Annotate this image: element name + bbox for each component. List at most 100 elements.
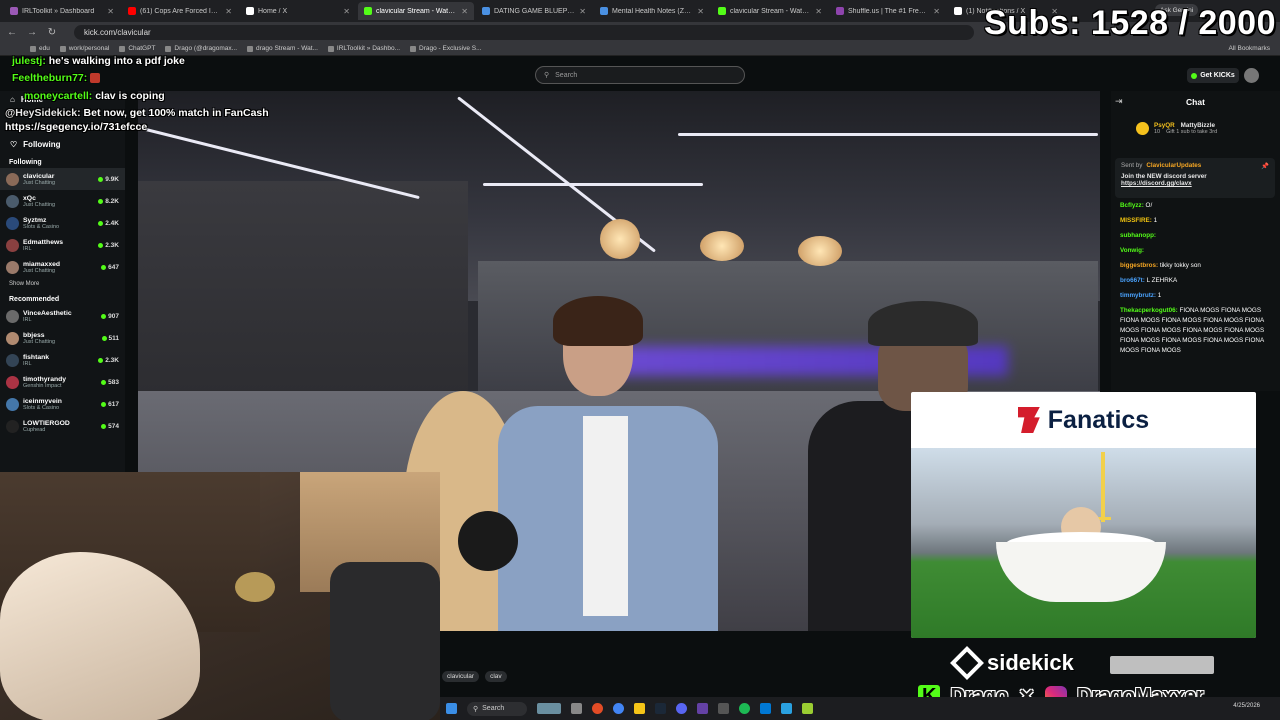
channel-row[interactable]: xQc Just Chatting 8.2K bbox=[0, 190, 125, 212]
browser-tab[interactable]: clavicular Stream - Watch Live ✕ bbox=[712, 2, 828, 20]
all-bookmarks-button[interactable]: All Bookmarks bbox=[1228, 45, 1270, 52]
chat-username[interactable]: biggestbros: bbox=[1120, 262, 1158, 269]
channel-row[interactable]: VinceAesthetic IRL 907 bbox=[0, 305, 125, 327]
bookmark-item[interactable]: IRLToolkit » Dashbo... bbox=[327, 45, 400, 52]
browser-tab[interactable]: Mental Health Notes (Zherka ✕ bbox=[594, 2, 710, 20]
channel-row[interactable]: iceinmyvein Slots & Casino 617 bbox=[0, 393, 125, 415]
live-dot-icon bbox=[98, 357, 104, 363]
channel-name: fishtank bbox=[23, 353, 50, 361]
channel-row[interactable]: clavicular Just Chatting 9.9K bbox=[0, 168, 125, 190]
channel-row[interactable]: bbjess Just Chatting 511 bbox=[0, 327, 125, 349]
spotify-icon[interactable] bbox=[739, 703, 750, 714]
windows-start-icon[interactable] bbox=[446, 703, 457, 714]
browser-tab[interactable]: clavicular Stream - Watch L ✕ bbox=[358, 2, 474, 20]
sidekick-placeholder-bar bbox=[1110, 656, 1214, 674]
channel-info: miamaxxed Just Chatting bbox=[23, 261, 97, 274]
pinned-text: Join the NEW discord server bbox=[1121, 173, 1207, 180]
chat-message: timmybrutz: 1 bbox=[1111, 291, 1280, 301]
bookmarks-bar: edu work/personal ChatGPT Drago (@dragomax.… bbox=[0, 42, 1280, 56]
user-avatar[interactable] bbox=[1244, 68, 1259, 83]
bookmark-icon bbox=[247, 45, 254, 52]
stream-tag[interactable]: clav bbox=[485, 671, 507, 682]
tab-close-icon[interactable]: ✕ bbox=[579, 7, 586, 16]
gifter-count: 10 bbox=[1154, 128, 1161, 135]
file-explorer-icon[interactable] bbox=[634, 703, 645, 714]
tab-title: DATING GAME BLUEPRINT (Be bbox=[494, 7, 575, 15]
browser-tab[interactable]: Shuffle.us | The #1 Free to Play ✕ bbox=[830, 2, 946, 20]
channel-name: bbjess bbox=[23, 331, 45, 339]
pinned-message[interactable]: Sent by ClavicularUpdates 📌 Join the NEW… bbox=[1115, 158, 1275, 198]
bookmark-item[interactable]: Drago (@dragomax... bbox=[165, 45, 237, 52]
person-cap bbox=[868, 301, 978, 346]
browser-tab[interactable]: IRLToolkit » Dashboard ✕ bbox=[4, 2, 120, 20]
discord-icon[interactable] bbox=[676, 703, 687, 714]
task-view-icon[interactable] bbox=[571, 703, 582, 714]
browser-tab[interactable]: (61) Cops Are Forced Into a Sp ✕ bbox=[122, 2, 238, 20]
chat-username[interactable]: subhanopp: bbox=[1120, 232, 1156, 239]
channel-info: Edmatthews IRL bbox=[23, 239, 94, 252]
telegram-icon[interactable] bbox=[781, 703, 792, 714]
bookmark-item[interactable]: work/personal bbox=[59, 45, 109, 52]
show-more-button[interactable]: Show More bbox=[0, 278, 125, 290]
tab-close-icon[interactable]: ✕ bbox=[815, 7, 822, 16]
chrome-icon[interactable] bbox=[613, 703, 624, 714]
bookmark-item[interactable]: Drago - Exclusive S... bbox=[410, 45, 482, 52]
bookmark-item[interactable]: ChatGPT bbox=[119, 45, 155, 52]
browser-tab[interactable]: DATING GAME BLUEPRINT (Be ✕ bbox=[476, 2, 592, 20]
pinned-link[interactable]: https://discord.gg/clavx bbox=[1121, 180, 1269, 187]
steam-icon[interactable] bbox=[655, 703, 666, 714]
app-icon[interactable] bbox=[592, 703, 603, 714]
channel-avatar bbox=[6, 216, 19, 230]
live-dot-icon bbox=[101, 379, 107, 385]
app-icon[interactable] bbox=[802, 703, 813, 714]
sidebar-following-nav[interactable]: ♡ Following bbox=[0, 136, 125, 153]
forward-icon[interactable]: → bbox=[26, 27, 38, 38]
chat-username[interactable]: bro667t: bbox=[1120, 277, 1145, 284]
tab-close-icon[interactable]: ✕ bbox=[461, 7, 468, 16]
bookmark-item[interactable]: drago Stream - Wat... bbox=[247, 45, 318, 52]
chat-username[interactable]: Vonwig: bbox=[1120, 247, 1144, 254]
recommended-list: VinceAesthetic IRL 907 bbjess Just Chatting 5… bbox=[0, 305, 125, 437]
back-icon[interactable]: ← bbox=[6, 27, 18, 38]
stream-tag[interactable]: clavicular bbox=[442, 671, 480, 682]
bookmark-icon bbox=[119, 45, 126, 52]
ceiling-light bbox=[483, 183, 703, 186]
tab-close-icon[interactable]: ✕ bbox=[697, 7, 704, 16]
tab-close-icon[interactable]: ✕ bbox=[343, 7, 350, 16]
channel-row[interactable]: Edmatthews IRL 2.3K bbox=[0, 234, 125, 256]
app-icon[interactable] bbox=[697, 703, 708, 714]
app-icon[interactable] bbox=[760, 703, 771, 714]
app-icon[interactable] bbox=[718, 703, 729, 714]
chat-text: tikky tokky son bbox=[1159, 262, 1201, 269]
chat-username[interactable]: timmybrutz: bbox=[1120, 292, 1156, 299]
channel-name: miamaxxed bbox=[23, 260, 61, 268]
browser-tab[interactable]: Home / X ✕ bbox=[240, 2, 356, 20]
channel-avatar bbox=[6, 260, 19, 274]
channel-row[interactable]: Syztmz Slots & Casino 2.4K bbox=[0, 212, 125, 234]
tab-favicon-icon bbox=[600, 7, 608, 15]
tab-close-icon[interactable]: ✕ bbox=[933, 7, 940, 16]
channel-row[interactable]: timothyrandy Genshin Impact 583 bbox=[0, 371, 125, 393]
tab-close-icon[interactable]: ✕ bbox=[225, 7, 232, 16]
chat-username[interactable]: Bcflyzz: bbox=[1120, 202, 1144, 209]
tab-close-icon[interactable]: ✕ bbox=[107, 7, 114, 16]
channel-row[interactable]: fishtank IRL 2.3K bbox=[0, 349, 125, 371]
following-section-title: Following bbox=[9, 159, 42, 166]
taskbar-search[interactable]: ⚲ Search bbox=[467, 701, 527, 716]
top-gifter-bar[interactable]: PsyQR MattyBizzle 10 Gift 1 sub to take … bbox=[1111, 115, 1280, 141]
url-input[interactable]: kick.com/clavicular bbox=[74, 24, 974, 40]
get-kicks-button[interactable]: Get KICKs bbox=[1187, 68, 1239, 83]
overlay-user: @HeySidekick: bbox=[5, 107, 81, 119]
channel-avatar bbox=[6, 331, 19, 345]
widget-icon[interactable] bbox=[537, 703, 561, 714]
channel-row[interactable]: miamaxxed Just Chatting 647 bbox=[0, 256, 125, 278]
chat-username[interactable]: Thekacperkogut06: bbox=[1120, 307, 1178, 314]
channel-row[interactable]: LOWTIERGOD Cuphead 574 bbox=[0, 415, 125, 437]
chat-username[interactable]: MISSFIRE: bbox=[1120, 217, 1152, 224]
bookmark-item[interactable]: edu bbox=[30, 45, 50, 52]
reload-icon[interactable]: ↻ bbox=[46, 27, 58, 38]
channel-info: iceinmyvein Slots & Casino bbox=[23, 398, 97, 411]
bookmark-label: Drago (@dragomax... bbox=[174, 45, 238, 52]
search-input[interactable]: ⚲ Search bbox=[535, 66, 745, 84]
live-dot-icon bbox=[101, 335, 107, 341]
